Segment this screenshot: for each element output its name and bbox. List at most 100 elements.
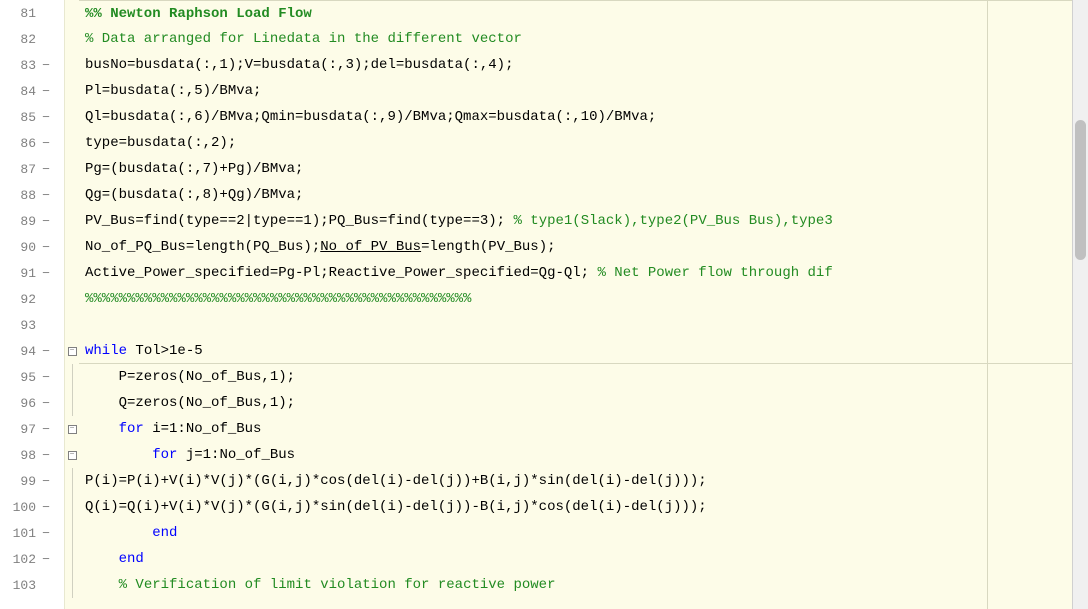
gutter-row: 90− xyxy=(0,234,64,260)
code-token: % type1(Slack),type2(PV_Bus Bus),type3 xyxy=(513,213,832,229)
code-editor: 818283−84−85−86−87−88−89−90−91−929394−95… xyxy=(0,0,1088,609)
code-line[interactable]: for i=1:No_of_Bus xyxy=(79,416,1088,442)
code-line[interactable]: P=zeros(No_of_Bus,1); xyxy=(79,364,1088,390)
code-line[interactable]: %%%%%%%%%%%%%%%%%%%%%%%%%%%%%%%%%%%%%%%%… xyxy=(79,286,1088,312)
gutter-row: 85− xyxy=(0,104,64,130)
execution-marker: − xyxy=(40,240,52,255)
line-number[interactable]: 92 xyxy=(0,292,40,307)
line-number[interactable]: 88 xyxy=(0,188,40,203)
code-line[interactable]: for j=1:No_of_Bus xyxy=(79,442,1088,468)
code-token: j=1:No_of_Bus xyxy=(177,447,295,463)
code-line[interactable]: Pl=busdata(:,5)/BMva; xyxy=(79,78,1088,104)
line-number[interactable]: 84 xyxy=(0,84,40,99)
execution-marker: − xyxy=(40,344,52,359)
fold-cell xyxy=(65,312,79,338)
code-line[interactable]: Q=zeros(No_of_Bus,1); xyxy=(79,390,1088,416)
code-line[interactable]: type=busdata(:,2); xyxy=(79,130,1088,156)
code-line[interactable]: Ql=busdata(:,6)/BMva;Qmin=busdata(:,9)/B… xyxy=(79,104,1088,130)
line-number[interactable]: 97 xyxy=(0,422,40,437)
code-token: i=1:No_of_Bus xyxy=(144,421,262,437)
code-line[interactable]: busNo=busdata(:,1);V=busdata(:,3);del=bu… xyxy=(79,52,1088,78)
code-token: No_of_PV_Bus xyxy=(320,239,421,255)
code-token: Tol>1e-5 xyxy=(127,343,203,359)
fold-line xyxy=(72,468,73,494)
execution-marker: − xyxy=(40,474,52,489)
execution-marker: − xyxy=(40,500,52,515)
fold-cell xyxy=(65,390,79,416)
gutter-row: 100− xyxy=(0,494,64,520)
line-number[interactable]: 96 xyxy=(0,396,40,411)
gutter-row: 97− xyxy=(0,416,64,442)
line-number[interactable]: 94 xyxy=(0,344,40,359)
code-token: type=busdata(:,2); xyxy=(85,135,236,151)
line-number[interactable]: 100 xyxy=(0,500,40,515)
line-number[interactable]: 87 xyxy=(0,162,40,177)
code-line[interactable]: %% Newton Raphson Load Flow xyxy=(79,0,1088,26)
execution-marker: − xyxy=(40,162,52,177)
code-token: Pl=busdata(:,5)/BMva; xyxy=(85,83,261,99)
line-number[interactable]: 99 xyxy=(0,474,40,489)
code-token: % Verification of limit violation for re… xyxy=(119,577,556,593)
code-token xyxy=(85,551,119,567)
line-number[interactable]: 85 xyxy=(0,110,40,125)
code-line[interactable]: % Verification of limit violation for re… xyxy=(79,572,1088,598)
code-token: for xyxy=(152,447,177,463)
fold-minus-icon[interactable]: − xyxy=(68,425,77,434)
code-token: end xyxy=(119,551,144,567)
line-number[interactable]: 98 xyxy=(0,448,40,463)
gutter-row: 96− xyxy=(0,390,64,416)
fold-minus-icon[interactable]: − xyxy=(68,451,77,460)
code-token: while xyxy=(85,343,127,359)
line-number[interactable]: 102 xyxy=(0,552,40,567)
fold-cell xyxy=(65,182,79,208)
code-line[interactable]: Qg=(busdata(:,8)+Qg)/BMva; xyxy=(79,182,1088,208)
gutter-row: 83− xyxy=(0,52,64,78)
line-number[interactable]: 89 xyxy=(0,214,40,229)
fold-cell xyxy=(65,546,79,572)
gutter-row: 101− xyxy=(0,520,64,546)
code-area[interactable]: %% Newton Raphson Load Flow% Data arrang… xyxy=(79,0,1088,609)
execution-marker: − xyxy=(40,266,52,281)
code-line[interactable] xyxy=(79,312,1088,338)
execution-marker: − xyxy=(40,58,52,73)
fold-cell xyxy=(65,156,79,182)
code-line[interactable]: while Tol>1e-5 xyxy=(79,338,1088,364)
line-number[interactable]: 81 xyxy=(0,6,40,21)
code-line[interactable]: Pg=(busdata(:,7)+Pg)/BMva; xyxy=(79,156,1088,182)
line-number[interactable]: 82 xyxy=(0,32,40,47)
fold-minus-icon[interactable]: − xyxy=(68,347,77,356)
gutter-row: 91− xyxy=(0,260,64,286)
fold-line xyxy=(72,364,73,390)
code-token: Active_Power_specified=Pg-Pl;Reactive_Po… xyxy=(85,265,597,281)
vertical-scrollbar[interactable] xyxy=(1072,0,1088,609)
line-number[interactable]: 93 xyxy=(0,318,40,333)
code-line[interactable]: % Data arranged for Linedata in the diff… xyxy=(79,26,1088,52)
code-line[interactable]: No_of_PQ_Bus=length(PQ_Bus);No_of_PV_Bus… xyxy=(79,234,1088,260)
code-token: busNo=busdata(:,1);V=busdata(:,3);del=bu… xyxy=(85,57,513,73)
line-number[interactable]: 90 xyxy=(0,240,40,255)
gutter-row: 95− xyxy=(0,364,64,390)
line-number[interactable]: 83 xyxy=(0,58,40,73)
gutter-row: 87− xyxy=(0,156,64,182)
line-number[interactable]: 86 xyxy=(0,136,40,151)
gutter-row: 88− xyxy=(0,182,64,208)
code-line[interactable]: Active_Power_specified=Pg-Pl;Reactive_Po… xyxy=(79,260,1088,286)
execution-marker: − xyxy=(40,448,52,463)
code-token: Pg=(busdata(:,7)+Pg)/BMva; xyxy=(85,161,303,177)
code-line[interactable]: end xyxy=(79,520,1088,546)
code-line[interactable]: PV_Bus=find(type==2|type==1);PQ_Bus=find… xyxy=(79,208,1088,234)
line-number[interactable]: 91 xyxy=(0,266,40,281)
fold-line xyxy=(72,572,73,598)
fold-cell: − xyxy=(65,338,79,364)
line-number[interactable]: 95 xyxy=(0,370,40,385)
code-line[interactable]: end xyxy=(79,546,1088,572)
line-number[interactable]: 101 xyxy=(0,526,40,541)
code-token: P(i)=P(i)+V(i)*V(j)*(G(i,j)*cos(del(i)-d… xyxy=(85,473,707,489)
code-line[interactable]: Q(i)=Q(i)+V(i)*V(j)*(G(i,j)*sin(del(i)-d… xyxy=(79,494,1088,520)
scrollbar-thumb[interactable] xyxy=(1075,120,1086,260)
line-number[interactable]: 103 xyxy=(0,578,40,593)
gutter-row: 84− xyxy=(0,78,64,104)
fold-cell xyxy=(65,234,79,260)
execution-marker: − xyxy=(40,526,52,541)
code-line[interactable]: P(i)=P(i)+V(i)*V(j)*(G(i,j)*cos(del(i)-d… xyxy=(79,468,1088,494)
